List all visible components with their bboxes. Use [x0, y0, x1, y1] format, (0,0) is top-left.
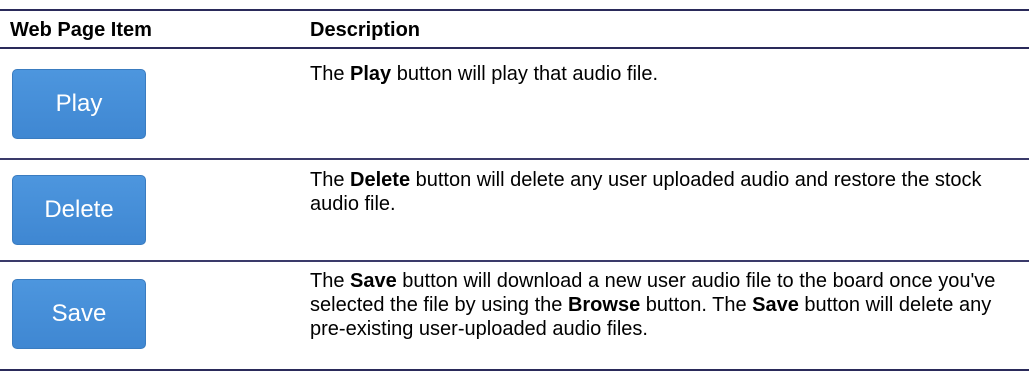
row-divider [0, 260, 1029, 262]
save-description: The Save button will download a new user… [310, 270, 996, 340]
column-header-description: Description [310, 19, 421, 41]
table-top-rule [0, 9, 1029, 11]
column-header-web-page-item: Web Page Item [10, 19, 152, 41]
delete-button[interactable]: Delete [12, 175, 146, 245]
table-bottom-rule [0, 369, 1029, 371]
play-button[interactable]: Play [12, 69, 146, 139]
delete-description: The Delete button will delete any user u… [310, 169, 982, 215]
play-description: The Play button will play that audio fil… [310, 63, 659, 85]
header-rule [0, 47, 1029, 49]
save-button[interactable]: Save [12, 279, 146, 349]
row-divider [0, 158, 1029, 160]
